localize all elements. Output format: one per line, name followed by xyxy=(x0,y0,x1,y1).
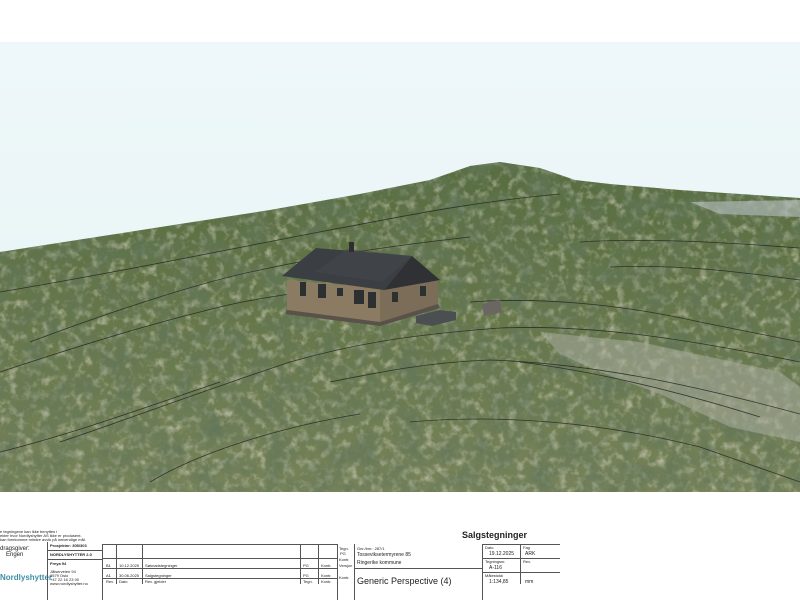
version-label: Versjon xyxy=(339,563,353,568)
units-value: mm xyxy=(525,579,534,585)
project-model: Freya 94 xyxy=(50,561,67,566)
divider xyxy=(482,544,560,545)
company-logo: Nordlyshytter xyxy=(0,573,53,582)
view-name: Generic Perspective (4) xyxy=(357,576,452,586)
description-cell: Søknadstegninger xyxy=(145,563,178,568)
by-cell: PG xyxy=(303,573,309,578)
header-description: Rev. gjelder xyxy=(145,579,167,584)
divider xyxy=(102,558,337,559)
header-by: Tegn. xyxy=(303,579,313,584)
divider xyxy=(47,559,102,560)
divider xyxy=(318,544,319,584)
discipline-value: ARK xyxy=(525,551,536,557)
rev-label: Rev. xyxy=(523,559,531,564)
divider xyxy=(300,544,301,584)
site-address: Tosseviksetermyrene 85 xyxy=(357,552,411,558)
divider xyxy=(102,544,103,600)
site-municipality: Ringerike kommune xyxy=(357,560,402,566)
by-cell: PG xyxy=(303,563,309,568)
description-cell: Salgstegninger xyxy=(145,573,172,578)
disclaimer-line: kan forekomme mindre avvik på innvendige… xyxy=(0,537,86,542)
divider xyxy=(520,544,521,584)
content-label: Kontr. xyxy=(339,575,350,580)
divider xyxy=(142,544,143,584)
divider xyxy=(354,568,482,569)
client-name: Engen xyxy=(6,552,24,558)
header-date: Dato xyxy=(119,579,128,584)
divider xyxy=(102,578,337,579)
scale-label: Målestokk xyxy=(485,573,504,578)
divider xyxy=(47,550,102,551)
rev-cell: B1 xyxy=(106,563,111,568)
divider xyxy=(102,544,337,545)
project-company: NORDLYSHYTTER 2.0 xyxy=(50,552,92,557)
terrain-render xyxy=(0,42,800,492)
drawing-number-value: A-116 xyxy=(489,565,502,571)
divider xyxy=(354,544,355,600)
address-line: www.nordlyshytter.no xyxy=(50,581,88,586)
title-block: e tegningene kan ikke benyttes i ekter h… xyxy=(0,528,800,600)
3d-perspective-view[interactable] xyxy=(0,42,800,492)
header-checked: Kontr. xyxy=(321,579,332,584)
divider xyxy=(102,568,337,569)
date-label: Dato xyxy=(485,545,494,550)
discipline-label: Fag xyxy=(523,545,530,550)
date-value: 19.12.2025 xyxy=(489,551,515,557)
checked-label: Kontr. xyxy=(339,557,350,562)
divider xyxy=(116,544,117,584)
divider xyxy=(337,544,338,600)
checked-cell: Kontr. xyxy=(321,573,332,578)
scale-value: 1:134,85 xyxy=(489,579,509,585)
drawing-number-label: Tegningsnr. xyxy=(485,559,506,564)
date-cell: 10.12.2025 xyxy=(119,563,140,568)
checked-cell: Kontr. xyxy=(321,563,332,568)
gnr-bnr: Gnr./bnr.: 287/1 xyxy=(357,546,385,551)
rev-cell: A1 xyxy=(106,573,111,578)
project-number: Prosjektnr: 305/303 xyxy=(50,543,87,548)
header-rev: Rev. xyxy=(106,579,114,584)
drawn-value: PG xyxy=(340,551,346,556)
date-cell: 30.06.2025 xyxy=(119,573,140,578)
sheet-title: Salgstegninger xyxy=(462,530,528,540)
